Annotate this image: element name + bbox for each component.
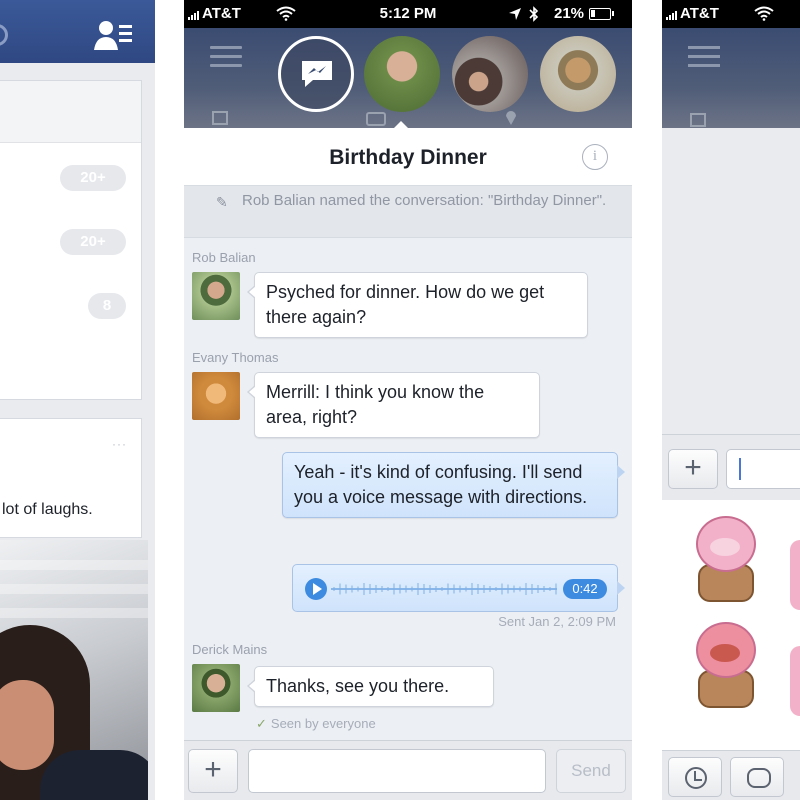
avatar[interactable] [192, 272, 240, 320]
sticker-icon [747, 768, 771, 788]
chat-head-group[interactable] [452, 36, 528, 112]
message-input[interactable] [726, 449, 800, 489]
battery-icon [589, 8, 611, 20]
post-text: lot of laughs. [2, 501, 93, 518]
status-bar: AT&T 5:12 PM 21% [184, 0, 632, 28]
seen-status: ✓ Seen by everyone [256, 716, 376, 732]
voice-waveform[interactable] [331, 576, 557, 602]
avatar[interactable] [192, 664, 240, 712]
signal-icon [666, 11, 677, 20]
sticker-pack-tab[interactable] [730, 757, 784, 797]
clock-icon [685, 767, 707, 789]
right-feed-area [662, 128, 800, 434]
battery-tip [612, 11, 614, 16]
left-navbar [0, 0, 155, 63]
sticker-tab-bar [662, 750, 800, 800]
carrier-name: AT&T [680, 5, 719, 22]
count-badge: 20+ [60, 229, 126, 255]
message-bubble[interactable]: Thanks, see you there. [247, 666, 494, 707]
message-composer: + Send [184, 740, 632, 800]
add-attachment-button[interactable]: + [668, 449, 718, 489]
right-message-composer: + [662, 434, 800, 500]
message-input[interactable] [248, 749, 546, 793]
menu-icon[interactable] [210, 46, 242, 72]
count-badge: 20+ [60, 165, 126, 191]
conversation-title-bar: Birthday Dinner i [184, 128, 632, 186]
wifi-icon [754, 6, 774, 21]
status-edit-icon [690, 113, 706, 127]
outgoing-message-bubble[interactable]: Yeah - it's kind of confusing. I'll send… [282, 452, 625, 518]
messenger-bubble-icon [302, 61, 332, 87]
sent-timestamp: Sent Jan 2, 2:09 PM [498, 614, 616, 629]
play-icon[interactable] [305, 578, 327, 600]
avatar[interactable] [192, 372, 240, 420]
send-button[interactable]: Send [556, 749, 626, 793]
left-phone-screen: 20+ 20+ 8 ··· lot of laughs. [0, 0, 155, 800]
left-post-card[interactable]: ··· lot of laughs. [0, 418, 142, 538]
system-message: ✎ Rob Balian named the conversation: "Bi… [184, 186, 632, 238]
photo-person-shoulder [40, 750, 148, 800]
friend-requests-icon[interactable] [94, 18, 134, 52]
right-status-bar: AT&T [662, 0, 800, 28]
check-in-pin-icon [506, 111, 516, 125]
add-attachment-button[interactable]: + [188, 749, 238, 793]
message-thread[interactable]: ✎ Rob Balian named the conversation: "Bi… [184, 186, 632, 740]
seen-status-text: Seen by everyone [270, 716, 376, 731]
photo-blind [0, 560, 148, 570]
sticker-peek[interactable] [790, 540, 800, 610]
sender-name: Derick Mains [192, 642, 268, 657]
conversation-title: Birthday Dinner [329, 146, 487, 169]
camera-icon [366, 112, 386, 126]
sticker[interactable] [690, 622, 762, 712]
chat-head-friend[interactable] [540, 36, 616, 112]
sender-name: Evany Thomas [192, 350, 279, 365]
count-badge: 8 [88, 293, 126, 319]
message-bubble[interactable]: Merrill: I think you know the area, righ… [247, 372, 540, 438]
check-icon: ✓ [256, 716, 267, 731]
voice-duration: 0:42 [563, 579, 607, 599]
post-photo[interactable] [0, 540, 148, 800]
globe-icon[interactable] [0, 24, 8, 46]
sticker-tray[interactable] [662, 500, 800, 750]
system-message-text: Rob Balian named the conversation: "Birt… [242, 192, 607, 209]
recent-stickers-tab[interactable] [668, 757, 722, 797]
chat-heads-bar [184, 28, 632, 130]
bluetooth-icon [529, 6, 539, 22]
photo-blind [0, 608, 148, 618]
text-caret [739, 458, 741, 480]
photo-blind [0, 584, 148, 594]
left-groups-card: 20+ 20+ 8 [0, 80, 142, 400]
sender-name: Rob Balian [192, 250, 256, 265]
info-icon[interactable]: i [582, 144, 608, 170]
voice-message-bubble[interactable]: 0:42 [292, 564, 625, 612]
right-navbar [662, 28, 800, 128]
pencil-icon: ✎ [216, 194, 228, 210]
messenger-chat-head[interactable] [278, 36, 354, 112]
status-edit-icon [212, 111, 228, 125]
menu-icon[interactable] [688, 46, 720, 72]
center-phone-screen: AT&T 5:12 PM 21% Birthday Dinner i ✎ Rob… [184, 0, 632, 800]
battery-percent: 21% [554, 5, 585, 22]
more-options-icon[interactable]: ··· [112, 437, 127, 451]
sticker-peek[interactable] [790, 646, 800, 716]
location-arrow-icon [509, 8, 521, 20]
chat-head-rob[interactable] [364, 36, 440, 112]
left-card-header [0, 81, 141, 143]
sticker[interactable] [690, 516, 762, 606]
message-bubble[interactable]: Psyched for dinner. How do we get there … [247, 272, 588, 338]
photo-person-face [0, 680, 54, 770]
right-phone-screen: AT&T + [662, 0, 800, 800]
